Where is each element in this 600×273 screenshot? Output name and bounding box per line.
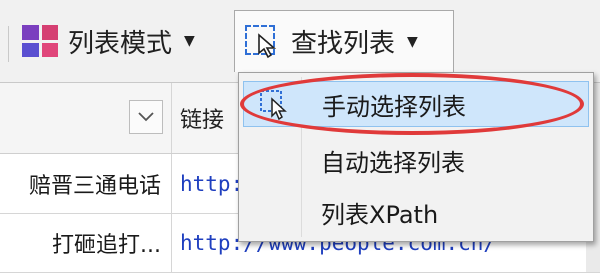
find-list-menu: 手动选择列表 自动选择列表 列表XPath xyxy=(238,72,594,242)
find-list-label: 查找列表 xyxy=(291,29,396,59)
toolbar-separator xyxy=(8,26,9,62)
table-header-cell xyxy=(0,83,172,153)
list-mode-button[interactable]: 列表模式 ▼ xyxy=(22,10,227,72)
find-list-icon xyxy=(243,23,281,61)
menu-item-auto-select[interactable]: 自动选择列表 xyxy=(243,137,589,183)
menu-item-label: 自动选择列表 xyxy=(321,148,465,177)
find-list-button[interactable]: 查找列表 ▼ xyxy=(234,10,454,72)
menu-item-list-xpath[interactable]: 列表XPath xyxy=(243,189,589,235)
list-mode-label: 列表模式 xyxy=(68,28,173,59)
table-cell: 赔晋三通电话 xyxy=(0,154,172,213)
menu-item-label: 手动选择列表 xyxy=(322,92,466,121)
toolbar: 列表模式 ▼ 查找列表 ▼ xyxy=(0,0,600,83)
dropdown-arrow-icon: ▼ xyxy=(407,33,418,50)
dropdown-arrow-icon: ▼ xyxy=(184,33,195,49)
manual-select-icon xyxy=(258,88,292,122)
menu-item-manual-select[interactable]: 手动选择列表 xyxy=(243,81,589,127)
chevron-down-icon[interactable] xyxy=(129,100,163,134)
menu-item-label: 列表XPath xyxy=(321,200,439,229)
list-mode-icon xyxy=(22,25,58,57)
table-cell: 打砸追打... xyxy=(0,214,172,272)
